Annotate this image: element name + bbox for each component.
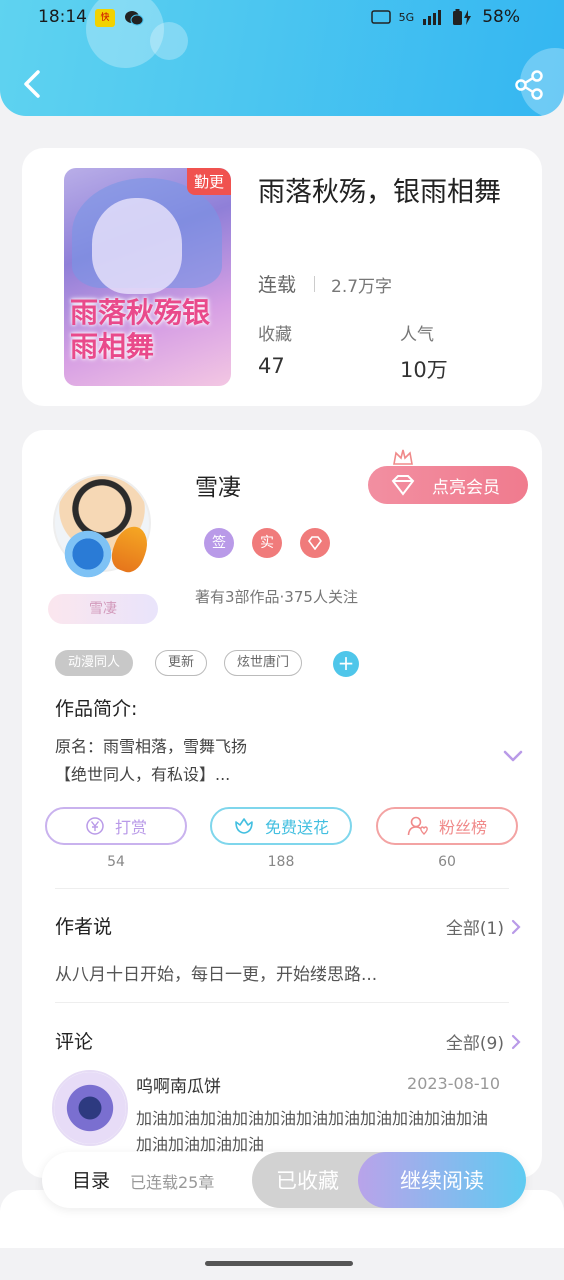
book-title: 雨落秋殇，银雨相舞	[258, 177, 501, 208]
cover-title: 雨落秋殇银雨相舞	[70, 296, 211, 363]
commenter-avatar[interactable]	[52, 1070, 128, 1146]
status-indicators: 5G 58%	[370, 7, 520, 27]
diamond-icon	[308, 536, 322, 551]
collect-value: 47	[258, 354, 285, 378]
author-says-heading: 作者说	[55, 916, 113, 938]
home-indicator[interactable]	[205, 1261, 353, 1266]
network-type: 5G	[398, 10, 415, 24]
author-name-plate: 雪凄	[48, 594, 158, 624]
book-cover[interactable]: 雨落秋殇银雨相舞 勤更	[64, 168, 231, 386]
toc-button[interactable]: 目录	[72, 1166, 110, 1193]
divider	[55, 1002, 509, 1003]
vip-badge	[300, 528, 330, 558]
chevron-down-icon[interactable]	[502, 748, 524, 764]
comments-all-label: 全部(9)	[445, 1034, 504, 1054]
bottom-action-bar: 目录 已连载25章 已收藏 继续阅读	[42, 1152, 526, 1208]
fan-rank-button[interactable]: 粉丝榜	[376, 807, 518, 845]
collect-label: 收藏	[258, 325, 292, 345]
send-flower-label: 免费送花	[264, 818, 329, 837]
author-detail-card: 雪凄 雪凄 点亮会员 签 实 著有3部作品·375人关注 动漫同人 更新 炫世唐…	[22, 430, 542, 1178]
add-tag-button[interactable]: +	[333, 651, 359, 677]
comment-text[interactable]: 加油加油加油加油加油加油加油加油加油加油加油加油加油加油加油	[136, 1106, 496, 1154]
word-count: 2.7万字	[331, 277, 393, 297]
chapter-count: 已连载25章	[130, 1173, 215, 1192]
verified-badge: 实	[252, 528, 282, 558]
intro-heading: 作品简介:	[55, 698, 138, 720]
diamond-icon	[391, 475, 415, 496]
author-name[interactable]: 雪凄	[195, 468, 241, 502]
divider	[314, 276, 315, 292]
chevron-right-icon	[511, 919, 521, 934]
status-bar: 18:14 快 5G 58%	[0, 0, 564, 36]
book-info-card: 雨落秋殇银雨相舞 勤更 雨落秋殇，银雨相舞 连载 2.7万字 收藏 47 人气 …	[22, 148, 542, 406]
book-status: 连载	[258, 274, 297, 296]
author-says-text[interactable]: 从八月十日开始，每日一更，开始缕思路...	[55, 960, 377, 985]
yen-icon	[86, 817, 104, 835]
share-icon[interactable]	[514, 70, 544, 100]
tag-tangmen[interactable]: 炫世唐门	[224, 650, 303, 676]
comment-date: 2023-08-10	[407, 1074, 500, 1093]
chevron-right-icon	[511, 1034, 521, 1049]
signal-icon	[423, 10, 442, 25]
tip-count: 54	[107, 854, 125, 870]
author-says-all-link[interactable]: 全部(1)	[446, 914, 522, 939]
flower-count: 188	[267, 854, 295, 870]
divider	[55, 888, 509, 889]
fan-user-icon	[407, 816, 428, 836]
vip-label: 点亮会员	[432, 477, 500, 498]
collected-label: 已收藏	[276, 1169, 339, 1193]
flower-icon	[235, 818, 253, 834]
vip-button[interactable]: 点亮会员	[368, 466, 528, 504]
intro-line: 【绝世同人，有私设】...	[55, 765, 231, 784]
status-time: 18:14	[38, 7, 87, 27]
fan-count: 60	[438, 854, 456, 870]
auto-icon	[370, 10, 391, 24]
popularity-value: 10万	[400, 358, 448, 382]
tip-button[interactable]: 打赏	[45, 807, 187, 845]
tag-update[interactable]: 更新	[155, 650, 208, 676]
fan-rank-label: 粉丝榜	[438, 818, 487, 837]
intro-line: 原名：雨雪相落，雪舞飞扬	[55, 737, 248, 756]
signed-badge: 签	[204, 528, 234, 558]
commenter-name[interactable]: 呜啊南瓜饼	[136, 1072, 221, 1097]
avatar-frame-wave	[58, 530, 118, 578]
continue-reading-label: 继续阅读	[400, 1169, 484, 1193]
wechat-icon	[124, 9, 144, 27]
update-badge: 勤更	[186, 168, 231, 195]
crown-icon	[393, 449, 413, 465]
app-notification-icon: 快	[95, 9, 115, 27]
top-header: 18:14 快 5G 58%	[0, 0, 564, 116]
continue-reading-button[interactable]: 继续阅读	[358, 1152, 526, 1208]
tip-label: 打赏	[114, 818, 147, 837]
back-arrow-icon[interactable]	[18, 66, 44, 102]
author-meta: 著有3部作品·375人关注	[195, 588, 358, 606]
tag-anime[interactable]: 动漫同人	[55, 650, 134, 676]
send-flower-button[interactable]: 免费送花	[210, 807, 352, 845]
comments-all-link[interactable]: 全部(9)	[446, 1029, 522, 1054]
popularity-label: 人气	[400, 325, 434, 345]
battery-percent: 58%	[482, 7, 520, 27]
comments-heading: 评论	[55, 1031, 94, 1053]
author-says-all-label: 全部(1)	[445, 919, 504, 939]
battery-icon	[453, 9, 472, 25]
intro-text[interactable]: 原名：雨雪相落，雪舞飞扬 【绝世同人，有私设】...	[55, 733, 485, 789]
cover-art-face	[92, 198, 182, 294]
